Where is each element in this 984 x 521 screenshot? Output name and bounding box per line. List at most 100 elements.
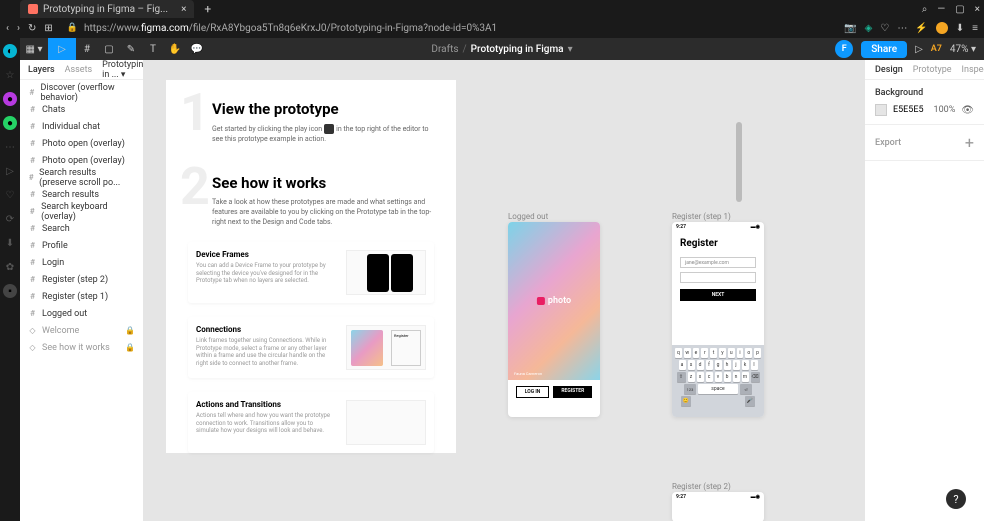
key[interactable]: m xyxy=(742,372,749,382)
file-name[interactable]: Prototyping in Figma xyxy=(471,44,564,55)
key[interactable]: l xyxy=(751,360,758,370)
hand-tool[interactable]: ✋ xyxy=(164,38,186,60)
bolt-icon[interactable]: ⚡ xyxy=(915,23,927,34)
register-button[interactable]: REGISTER xyxy=(553,386,592,398)
assets-tab[interactable]: Assets xyxy=(65,65,93,75)
help-button[interactable]: ? xyxy=(946,489,966,509)
user-avatar[interactable]: F xyxy=(835,40,853,58)
inspect-tab[interactable]: Inspect xyxy=(962,65,984,75)
key[interactable]: o xyxy=(745,348,752,358)
layer-item[interactable]: #Discover (overflow behavior) xyxy=(20,84,143,101)
key[interactable]: f xyxy=(706,360,713,370)
back-icon[interactable]: ‹ xyxy=(6,23,9,34)
figma-app-icon[interactable]: ▪ xyxy=(3,284,17,298)
lock-icon[interactable]: 🔒 xyxy=(125,326,135,335)
shape-tool[interactable]: ▢ xyxy=(98,38,120,60)
frame-register-2[interactable]: 9:27▬◉ xyxy=(672,492,764,521)
maximize-icon[interactable]: ▢ xyxy=(955,4,964,15)
canvas[interactable]: 1 View the prototype Get started by clic… xyxy=(144,60,864,521)
pen-tool[interactable]: ✎ xyxy=(120,38,142,60)
comment-tool[interactable]: 💬 xyxy=(186,38,208,60)
move-tool[interactable]: ▷ xyxy=(48,38,76,60)
frame-label-logged-out[interactable]: Logged out xyxy=(508,212,548,221)
key[interactable]: j xyxy=(733,360,740,370)
key[interactable]: s xyxy=(688,360,695,370)
key[interactable]: g xyxy=(715,360,722,370)
share-button[interactable]: Share xyxy=(861,41,907,58)
layer-item[interactable]: #Search xyxy=(20,220,143,237)
download-sidebar-icon[interactable]: ⬇ xyxy=(3,236,17,250)
key[interactable]: i xyxy=(737,348,744,358)
next-button[interactable]: NEXT xyxy=(680,289,756,301)
camera-icon[interactable]: 📷 xyxy=(844,23,856,34)
key[interactable]: a xyxy=(679,360,686,370)
bg-color-value[interactable]: E5E5E5 xyxy=(893,105,924,115)
frame-label-register-2[interactable]: Register (step 2) xyxy=(672,482,731,491)
file-chevron-icon[interactable]: ▾ xyxy=(568,44,573,55)
frame-logged-out[interactable]: photo Fauna Cameron LOG IN REGISTER xyxy=(508,222,600,417)
page-selector[interactable]: Prototyping in ... ▾ xyxy=(102,60,144,80)
add-export-icon[interactable]: + xyxy=(965,133,974,152)
new-tab-button[interactable]: + xyxy=(204,2,211,16)
key[interactable]: p xyxy=(754,348,761,358)
tab-close-icon[interactable]: × xyxy=(181,4,186,15)
menu-icon[interactable]: ≡ xyxy=(972,23,978,34)
url-field[interactable]: 🔒 https://www.figma.com/file/RxA8Ybgoa5T… xyxy=(67,23,836,34)
key[interactable]: y xyxy=(719,348,726,358)
key[interactable]: q xyxy=(675,348,682,358)
key[interactable]: w xyxy=(684,348,691,358)
canvas-scrollbar[interactable] xyxy=(736,122,742,202)
login-button[interactable]: LOG IN xyxy=(516,386,550,398)
frame-label-register-1[interactable]: Register (step 1) xyxy=(672,212,731,221)
layer-component[interactable]: ◇See how it works🔒 xyxy=(20,339,143,356)
gear-icon[interactable]: ✿ xyxy=(3,260,17,274)
visibility-icon[interactable]: 👁 xyxy=(961,105,974,116)
lock-icon[interactable]: 🔒 xyxy=(125,343,135,352)
apps-icon[interactable]: ⊞ xyxy=(44,23,52,34)
layer-item[interactable]: #Logged out xyxy=(20,305,143,322)
key[interactable]: z xyxy=(688,372,695,382)
layer-item[interactable]: #Register (step 1) xyxy=(20,288,143,305)
shield-icon[interactable]: ◈ xyxy=(865,23,873,34)
zoom-level[interactable]: 47% ▾ xyxy=(950,44,976,55)
heart-sidebar-icon[interactable]: ♡ xyxy=(3,188,17,202)
messenger-icon[interactable]: ● xyxy=(3,92,17,106)
key[interactable]: n xyxy=(733,372,740,382)
close-icon[interactable]: × xyxy=(975,4,980,15)
card-actions[interactable]: Actions and Transitions Actions tell whe… xyxy=(188,392,434,453)
email-input[interactable]: jane@example.com xyxy=(680,257,756,268)
layer-item[interactable]: #Individual chat xyxy=(20,118,143,135)
layer-item[interactable]: #Login xyxy=(20,254,143,271)
card-connections[interactable]: Connections Link frames together using C… xyxy=(188,317,434,378)
bg-opacity[interactable]: 100% xyxy=(934,105,956,115)
figma-menu-icon[interactable]: ▦ ▾ xyxy=(20,38,48,60)
key[interactable]: c xyxy=(706,372,713,382)
card-device-frames[interactable]: Device Frames You can add a Device Frame… xyxy=(188,242,434,303)
layers-tab[interactable]: Layers xyxy=(28,65,55,75)
minimize-icon[interactable]: — xyxy=(937,4,945,15)
reload-icon[interactable]: ↻ xyxy=(28,23,36,34)
key[interactable]: v xyxy=(715,372,722,382)
play-icon[interactable]: ▷ xyxy=(3,164,17,178)
layer-item[interactable]: #Search results (preserve scroll po... xyxy=(20,169,143,186)
download-icon[interactable]: ⬇ xyxy=(956,23,964,34)
text-tool[interactable]: T xyxy=(142,38,164,60)
key[interactable]: e xyxy=(693,348,700,358)
layer-item[interactable]: #Register (step 2) xyxy=(20,271,143,288)
prototype-tab[interactable]: Prototype xyxy=(913,65,952,75)
layer-item[interactable]: #Profile xyxy=(20,237,143,254)
whatsapp-icon[interactable]: ● xyxy=(3,116,17,130)
layer-item[interactable]: #Photo open (overlay) xyxy=(20,135,143,152)
key[interactable]: u xyxy=(728,348,735,358)
browser-tab[interactable]: Prototyping in Figma – Fig... × xyxy=(20,0,194,18)
layer-item[interactable]: #Chats xyxy=(20,101,143,118)
layer-component[interactable]: ◇Welcome🔒 xyxy=(20,322,143,339)
key[interactable]: r xyxy=(701,348,708,358)
frame-tool[interactable]: # xyxy=(76,38,98,60)
bg-color-swatch[interactable] xyxy=(875,104,887,116)
drafts-link[interactable]: Drafts xyxy=(431,44,458,55)
search-icon[interactable]: ⌕ xyxy=(922,4,928,15)
key[interactable]: h xyxy=(724,360,731,370)
forward-icon[interactable]: › xyxy=(17,23,20,34)
layer-item[interactable]: #Search results xyxy=(20,186,143,203)
